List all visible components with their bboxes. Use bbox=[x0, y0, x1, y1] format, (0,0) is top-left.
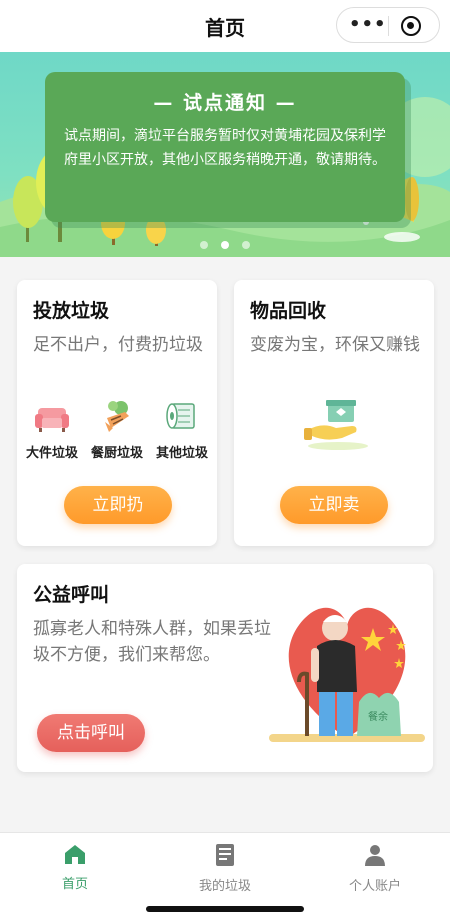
tab-personal-account[interactable]: 个人账户 bbox=[300, 843, 450, 894]
category-label: 餐厨垃圾 bbox=[90, 446, 143, 461]
dispose-garbage-card[interactable]: 投放垃圾 足不出户，付费扔垃圾 大件垃圾 餐厨垃圾 其他垃圾 立即扔 bbox=[17, 280, 217, 546]
card-description: 变废为宝，环保又赚钱 bbox=[250, 335, 420, 355]
notice-body: 试点期间，滴垃平台服务暂时仅对黄埔花园及保利学府里小区开放，其他小区服务稍晚开通… bbox=[64, 128, 386, 168]
sofa-icon bbox=[35, 408, 69, 432]
category-label: 其他垃圾 bbox=[155, 446, 208, 461]
throw-now-button[interactable]: 立即扔 bbox=[64, 486, 172, 524]
capsule-divider bbox=[388, 16, 389, 36]
food-waste-icon bbox=[105, 401, 129, 432]
notice-title: — 试点通知 — bbox=[153, 92, 297, 114]
category-food-waste[interactable]: 餐厨垃圾 bbox=[86, 398, 148, 461]
elderly-helper-illustration: 餐余 bbox=[269, 607, 425, 742]
hand-box-icon bbox=[304, 400, 368, 450]
notice-card: — 试点通知 — 试点期间，滴垃平台服务暂时仅对黄埔花园及保利学府里小区开放，其… bbox=[45, 72, 405, 222]
tab-label: 我的垃圾 bbox=[198, 879, 251, 894]
tab-home[interactable]: 首页 bbox=[0, 843, 150, 892]
tab-my-garbage[interactable]: 我的垃圾 bbox=[150, 843, 300, 894]
carousel-dot-active[interactable] bbox=[221, 241, 229, 249]
tab-label: 首页 bbox=[61, 877, 88, 892]
item-recycle-card[interactable]: 物品回收 变废为宝，环保又赚钱 立即卖 bbox=[234, 280, 434, 546]
home-icon bbox=[65, 845, 85, 864]
carousel-indicator bbox=[0, 234, 450, 253]
user-icon bbox=[365, 845, 385, 866]
category-label: 大件垃圾 bbox=[25, 446, 78, 461]
top-nav-bar: 首页 ••• bbox=[0, 0, 450, 52]
notice-banner[interactable]: — 试点通知 — 试点期间，滴垃平台服务暂时仅对黄埔花园及保利学府里小区开放，其… bbox=[0, 52, 450, 257]
category-other-garbage[interactable]: 其他垃圾 bbox=[151, 400, 213, 461]
category-bulky-garbage[interactable]: 大件垃圾 bbox=[21, 402, 83, 461]
card-description: 足不出户，付费扔垃圾 bbox=[33, 335, 203, 355]
home-indicator bbox=[146, 906, 304, 912]
tissue-roll-icon bbox=[166, 403, 195, 429]
carousel-dot[interactable] bbox=[199, 241, 208, 249]
call-now-button[interactable]: 点击呼叫 bbox=[37, 714, 145, 752]
bag-label: 餐余 bbox=[368, 710, 388, 723]
card-title: 公益呼叫 bbox=[33, 584, 110, 606]
sell-now-button[interactable]: 立即卖 bbox=[280, 486, 388, 524]
card-title: 投放垃圾 bbox=[33, 300, 110, 322]
card-title: 物品回收 bbox=[250, 300, 327, 322]
target-circle-icon[interactable] bbox=[401, 16, 421, 36]
mini-program-capsule: ••• bbox=[336, 7, 440, 43]
carousel-dot[interactable] bbox=[242, 241, 251, 249]
card-description: 孤寡老人和特殊人群，如果丢垃圾不方便，我们来帮您。 bbox=[33, 619, 271, 665]
tab-label: 个人账户 bbox=[348, 879, 401, 894]
charity-call-card[interactable]: 公益呼叫 孤寡老人和特殊人群，如果丢垃圾不方便，我们来帮您。 餐余 点击呼叫 bbox=[17, 564, 433, 772]
document-icon bbox=[216, 844, 234, 866]
more-dots-icon[interactable]: ••• bbox=[349, 16, 386, 36]
